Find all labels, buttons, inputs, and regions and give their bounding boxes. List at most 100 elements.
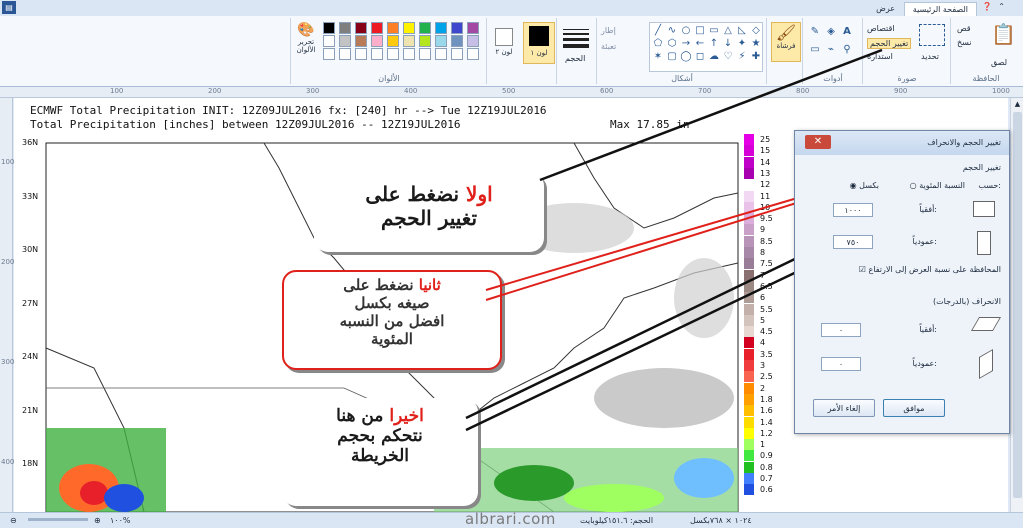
- palette-swatch[interactable]: [355, 22, 367, 34]
- color-picker-icon[interactable]: ⌁: [825, 44, 837, 56]
- keep-ratio-checkbox[interactable]: ☑ المحافظة على نسبة العرض إلى الارتفاع: [859, 265, 1001, 274]
- palette-swatch-empty[interactable]: [323, 48, 335, 60]
- color1-button[interactable]: لون ١: [523, 22, 555, 64]
- shape-tool-icon[interactable]: ↓: [722, 38, 734, 50]
- copy-button[interactable]: نسخ: [957, 38, 972, 47]
- shape-tool-icon[interactable]: ⚡: [736, 51, 748, 63]
- zoom-in-icon[interactable]: ⊕: [94, 513, 101, 528]
- minimize-ribbon-icon[interactable]: ⌃: [996, 1, 1008, 13]
- shape-tool-icon[interactable]: ◯: [680, 51, 692, 63]
- palette-swatch-empty[interactable]: [339, 48, 351, 60]
- skew-v-input[interactable]: ٠: [821, 357, 861, 371]
- shape-tool-icon[interactable]: ▢: [666, 51, 678, 63]
- palette-swatch-empty[interactable]: [387, 48, 399, 60]
- palette-swatch[interactable]: [387, 22, 399, 34]
- tab-home[interactable]: الصفحة الرئيسية: [903, 2, 977, 16]
- shape-tool-icon[interactable]: ←: [694, 38, 706, 50]
- edit-colors-button[interactable]: 🎨 تحرير الألوان: [293, 22, 319, 54]
- ok-button[interactable]: موافق: [883, 399, 945, 417]
- percent-radio[interactable]: ○ النسبة المئوية: [910, 181, 965, 190]
- palette-swatch-empty[interactable]: [371, 48, 383, 60]
- colors-group: 🎨 تحرير الألوان الألوان: [290, 18, 487, 84]
- magnifier-icon[interactable]: ⚲: [841, 44, 853, 56]
- scroll-up-icon[interactable]: ▲: [1013, 100, 1022, 109]
- shape-tool-icon[interactable]: □: [694, 25, 706, 37]
- resize-button[interactable]: تغيير الحجم: [867, 38, 912, 49]
- palette-swatch[interactable]: [339, 35, 351, 47]
- paste-button[interactable]: لصق: [991, 58, 1007, 67]
- shape-tool-icon[interactable]: ◇: [750, 25, 762, 37]
- shapes-gallery[interactable]: ╱ ∿ ○ □ ▭ △ ◺ ◇ ⬠ ⬡ → ← ↑ ↓ ✦ ★ ✶ ▢ ◯ ◻ ☁ ♡ ⚡ ✚: [649, 22, 763, 72]
- shape-tool-icon[interactable]: ◺: [736, 25, 748, 37]
- shape-tool-icon[interactable]: ♡: [722, 51, 734, 63]
- paste-icon[interactable]: 📋: [991, 22, 1016, 48]
- select-icon[interactable]: [919, 24, 945, 46]
- color2-button[interactable]: لون ٢: [491, 26, 517, 62]
- palette-swatch-empty[interactable]: [435, 48, 447, 60]
- tab-view[interactable]: عرض: [868, 2, 903, 15]
- palette-swatch-empty[interactable]: [403, 48, 415, 60]
- shape-tool-icon[interactable]: ✦: [736, 38, 748, 50]
- palette-swatch[interactable]: [355, 35, 367, 47]
- help-icon[interactable]: ❓: [981, 1, 993, 13]
- rotate-button[interactable]: استدارة: [867, 52, 893, 61]
- palette-swatch[interactable]: [419, 35, 431, 47]
- palette-swatch[interactable]: [467, 35, 479, 47]
- palette-swatch[interactable]: [387, 35, 399, 47]
- palette-swatch[interactable]: [419, 22, 431, 34]
- pixels-radio[interactable]: ◉ بكسل: [850, 181, 879, 190]
- width-input[interactable]: ١٠٠٠: [833, 203, 873, 217]
- shape-tool-icon[interactable]: ✶: [652, 51, 664, 63]
- palette-swatch-empty[interactable]: [355, 48, 367, 60]
- fill-button[interactable]: تعبئة: [601, 42, 616, 51]
- outline-button[interactable]: إطار: [601, 26, 616, 35]
- palette-swatch[interactable]: [435, 22, 447, 34]
- size-lines-icon[interactable]: [563, 26, 589, 51]
- shape-tool-icon[interactable]: ∿: [666, 25, 678, 37]
- palette-swatch[interactable]: [451, 35, 463, 47]
- palette-swatch[interactable]: [323, 22, 335, 34]
- scrollbar-thumb[interactable]: [1013, 112, 1022, 498]
- shape-tool-icon[interactable]: ╱: [652, 25, 664, 37]
- palette-swatch-empty[interactable]: [451, 48, 463, 60]
- shape-tool-icon[interactable]: →: [680, 38, 692, 50]
- close-icon[interactable]: ✕: [805, 135, 831, 149]
- zoom-slider[interactable]: [28, 518, 88, 521]
- legend-row: 6.5: [744, 280, 773, 292]
- palette-swatch[interactable]: [403, 22, 415, 34]
- shape-tool-icon[interactable]: ○: [680, 25, 692, 37]
- select-button[interactable]: تحديد: [921, 52, 939, 61]
- palette-swatch[interactable]: [339, 22, 351, 34]
- palette-swatch[interactable]: [371, 22, 383, 34]
- cancel-button[interactable]: إلغاء الأمر: [813, 399, 875, 417]
- shape-tool-icon[interactable]: ▭: [708, 25, 720, 37]
- palette-swatch[interactable]: [435, 35, 447, 47]
- cut-button[interactable]: قص: [957, 24, 971, 33]
- shape-tool-icon[interactable]: ⬡: [666, 38, 678, 50]
- palette-swatch[interactable]: [467, 22, 479, 34]
- text-icon[interactable]: A: [841, 26, 853, 38]
- shape-tool-icon[interactable]: ★: [750, 38, 762, 50]
- palette-swatch[interactable]: [451, 22, 463, 34]
- shape-tool-icon[interactable]: ✚: [750, 51, 762, 63]
- palette-swatch[interactable]: [323, 35, 335, 47]
- brushes-button[interactable]: 🖌 فرشاة: [771, 22, 801, 62]
- palette-swatch[interactable]: [403, 35, 415, 47]
- palette-swatch[interactable]: [371, 35, 383, 47]
- shape-tool-icon[interactable]: ☁: [708, 51, 720, 63]
- app-menu-button[interactable]: ▤: [2, 1, 16, 14]
- shape-tool-icon[interactable]: △: [722, 25, 734, 37]
- shape-tool-icon[interactable]: ◻: [694, 51, 706, 63]
- palette-swatch-empty[interactable]: [419, 48, 431, 60]
- shape-tool-icon[interactable]: ⬠: [652, 38, 664, 50]
- shape-tool-icon[interactable]: ↑: [708, 38, 720, 50]
- zoom-out-icon[interactable]: ⊖: [10, 513, 17, 528]
- fill-icon[interactable]: ◈: [825, 26, 837, 38]
- vertical-scrollbar[interactable]: ▲: [1010, 98, 1023, 512]
- pencil-icon[interactable]: ✎: [809, 26, 821, 38]
- crop-button[interactable]: اقتصاص: [867, 24, 895, 33]
- height-input[interactable]: ٧٥٠: [833, 235, 873, 249]
- palette-swatch-empty[interactable]: [467, 48, 479, 60]
- skew-h-input[interactable]: ٠: [821, 323, 861, 337]
- eraser-icon[interactable]: ▭: [809, 44, 821, 56]
